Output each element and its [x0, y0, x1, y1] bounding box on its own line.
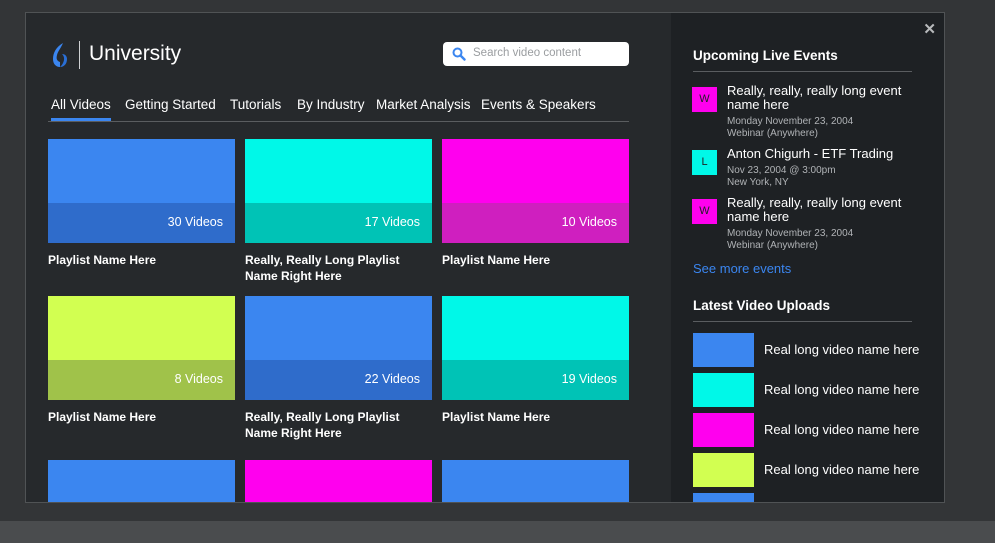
- event-location: New York, NY: [727, 177, 789, 188]
- video-thumbnail[interactable]: [693, 373, 754, 407]
- playlist-thumbnail[interactable]: 17 Videos: [245, 139, 432, 243]
- video-name[interactable]: Real long video name here: [764, 422, 919, 437]
- playlist-thumbnail[interactable]: [245, 460, 432, 502]
- playlist-thumbnail[interactable]: [48, 460, 235, 502]
- event-location: Webinar (Anywhere): [727, 128, 818, 139]
- thumbnail-top: [48, 460, 235, 502]
- event-type-badge: L: [692, 150, 717, 175]
- event-date: Nov 23, 2004 @ 3:00pm: [727, 165, 836, 176]
- playlist-name[interactable]: Really, Really Long Playlist Name Right …: [245, 409, 435, 441]
- logo-divider: [79, 41, 80, 69]
- video-thumbnail[interactable]: [693, 493, 754, 502]
- thumbnail-top: [48, 139, 235, 203]
- playlist-name[interactable]: Playlist Name Here: [442, 252, 632, 268]
- video-upload-item[interactable]: [693, 493, 933, 502]
- search-box[interactable]: [443, 42, 629, 66]
- event-title[interactable]: Really, really, really long event name h…: [727, 84, 927, 112]
- playlist-name[interactable]: Really, Really Long Playlist Name Right …: [245, 252, 435, 284]
- playlist-card[interactable]: 30 Videos Playlist Name Here: [48, 139, 235, 268]
- page-footer-band: [0, 521, 995, 543]
- playlist-card[interactable]: 17 Videos Really, Really Long Playlist N…: [245, 139, 432, 284]
- playlist-card[interactable]: 10 Videos Playlist Name Here: [442, 139, 629, 268]
- video-name[interactable]: Real long video name here: [764, 382, 919, 397]
- video-thumbnail[interactable]: [693, 453, 754, 487]
- video-upload-item[interactable]: Real long video name here: [693, 333, 933, 367]
- thumbnail-top: [442, 460, 629, 502]
- event-type-badge: W: [692, 199, 717, 224]
- flame-logo-icon: [53, 43, 67, 67]
- video-name[interactable]: Real long video name here: [764, 462, 919, 477]
- video-name[interactable]: Real long video name here: [764, 342, 919, 357]
- close-icon[interactable]: ✕: [923, 20, 936, 38]
- category-tabs: All Videos Getting Started Tutorials By …: [48, 97, 629, 122]
- playlist-thumbnail[interactable]: 10 Videos: [442, 139, 629, 243]
- playlist-name[interactable]: Playlist Name Here: [442, 409, 632, 425]
- event-title[interactable]: Really, really, really long event name h…: [727, 196, 927, 224]
- playlist-card[interactable]: 19 Videos Playlist Name Here: [442, 296, 629, 425]
- video-thumbnail[interactable]: [693, 333, 754, 367]
- tab-tutorials[interactable]: Tutorials: [230, 97, 281, 112]
- events-heading: Upcoming Live Events: [693, 48, 838, 63]
- uploads-heading: Latest Video Uploads: [693, 298, 831, 313]
- playlist-card[interactable]: 22 Videos Really, Really Long Playlist N…: [245, 296, 432, 441]
- playlist-thumbnail[interactable]: 8 Videos: [48, 296, 235, 400]
- video-thumbnail[interactable]: [693, 413, 754, 447]
- video-count: 30 Videos: [167, 215, 223, 229]
- playlist-thumbnail[interactable]: [442, 460, 629, 502]
- video-count: 8 Videos: [174, 372, 223, 386]
- thumbnail-top: [245, 460, 432, 502]
- university-modal: University All Videos Getting Started Tu…: [25, 12, 945, 503]
- event-date: Monday November 23, 2004: [727, 116, 854, 127]
- event-title[interactable]: Anton Chigurh - ETF Trading: [727, 147, 927, 161]
- search-input[interactable]: [473, 42, 623, 64]
- video-upload-item[interactable]: Real long video name here: [693, 373, 933, 407]
- video-count: 17 Videos: [364, 215, 420, 229]
- tab-by-industry[interactable]: By Industry: [297, 97, 365, 112]
- video-count: 10 Videos: [561, 215, 617, 229]
- video-count: 22 Videos: [364, 372, 420, 386]
- search-icon: [452, 47, 466, 61]
- thumbnail-top: [245, 139, 432, 203]
- events-divider: [693, 71, 912, 72]
- playlist-name[interactable]: Playlist Name Here: [48, 409, 238, 425]
- thumbnail-top: [442, 296, 629, 360]
- playlist-card[interactable]: [442, 460, 629, 502]
- see-more-events-link[interactable]: See more events: [693, 261, 791, 276]
- playlist-thumbnail[interactable]: 30 Videos: [48, 139, 235, 243]
- event-location: Webinar (Anywhere): [727, 240, 818, 251]
- tab-getting-started[interactable]: Getting Started: [125, 97, 216, 112]
- playlist-name[interactable]: Playlist Name Here: [48, 252, 238, 268]
- playlist-card[interactable]: [48, 460, 235, 502]
- video-upload-item[interactable]: Real long video name here: [693, 413, 933, 447]
- sidebar: ✕ Upcoming Live Events W Really, really,…: [671, 13, 944, 502]
- event-date: Monday November 23, 2004: [727, 228, 854, 239]
- playlist-card[interactable]: 8 Videos Playlist Name Here: [48, 296, 235, 425]
- brand-title: University: [89, 42, 182, 65]
- playlist-grid: 30 Videos Playlist Name Here 17 Videos R…: [48, 139, 638, 502]
- thumbnail-top: [48, 296, 235, 360]
- thumbnail-top: [245, 296, 432, 360]
- video-count: 19 Videos: [561, 372, 617, 386]
- thumbnail-top: [442, 139, 629, 203]
- tab-events-speakers[interactable]: Events & Speakers: [481, 97, 596, 112]
- video-upload-item[interactable]: Real long video name here: [693, 453, 933, 487]
- tab-market-analysis[interactable]: Market Analysis: [376, 97, 471, 112]
- playlist-thumbnail[interactable]: 22 Videos: [245, 296, 432, 400]
- playlist-thumbnail[interactable]: 19 Videos: [442, 296, 629, 400]
- playlist-card[interactable]: [245, 460, 432, 502]
- tab-all-videos[interactable]: All Videos: [51, 97, 111, 121]
- event-type-badge: W: [692, 87, 717, 112]
- uploads-divider: [693, 321, 912, 322]
